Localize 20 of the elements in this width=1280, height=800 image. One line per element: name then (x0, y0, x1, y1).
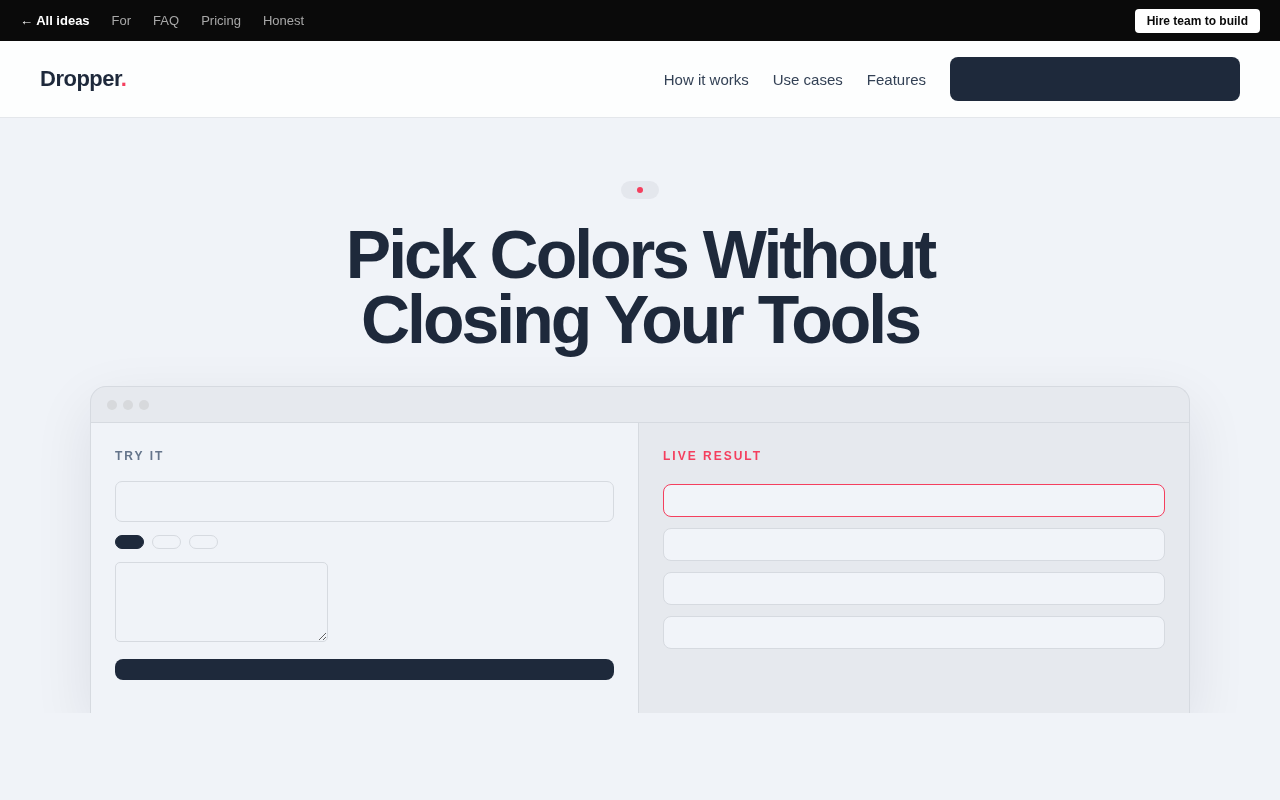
dot-icon (637, 187, 643, 193)
logo[interactable]: Dropper. (40, 66, 127, 92)
panel-label: LIVE RESULT (663, 448, 764, 464)
input-field[interactable] (115, 481, 614, 522)
top-link[interactable]: FAQ (153, 13, 180, 28)
hire-button[interactable]: Hire team to build (1134, 8, 1260, 33)
cta-button[interactable] (950, 57, 1240, 101)
option-chip[interactable] (115, 535, 144, 549)
nav-link[interactable]: Features (866, 70, 926, 88)
top-link[interactable]: For (111, 13, 132, 28)
panel-label: TRY IT (115, 448, 166, 464)
nav-link[interactable]: Use cases (772, 70, 843, 88)
text-area[interactable] (115, 562, 328, 642)
back-link[interactable]: ← All ideas (20, 13, 90, 28)
hero-title: Pick Colors Without Closing Your Tools (344, 215, 936, 359)
result-row[interactable] (663, 484, 1165, 517)
submit-button[interactable] (115, 659, 614, 680)
top-link[interactable]: Pricing (201, 13, 241, 28)
top-link[interactable]: Honest (262, 13, 305, 28)
nav-link[interactable]: How it works (663, 70, 749, 88)
